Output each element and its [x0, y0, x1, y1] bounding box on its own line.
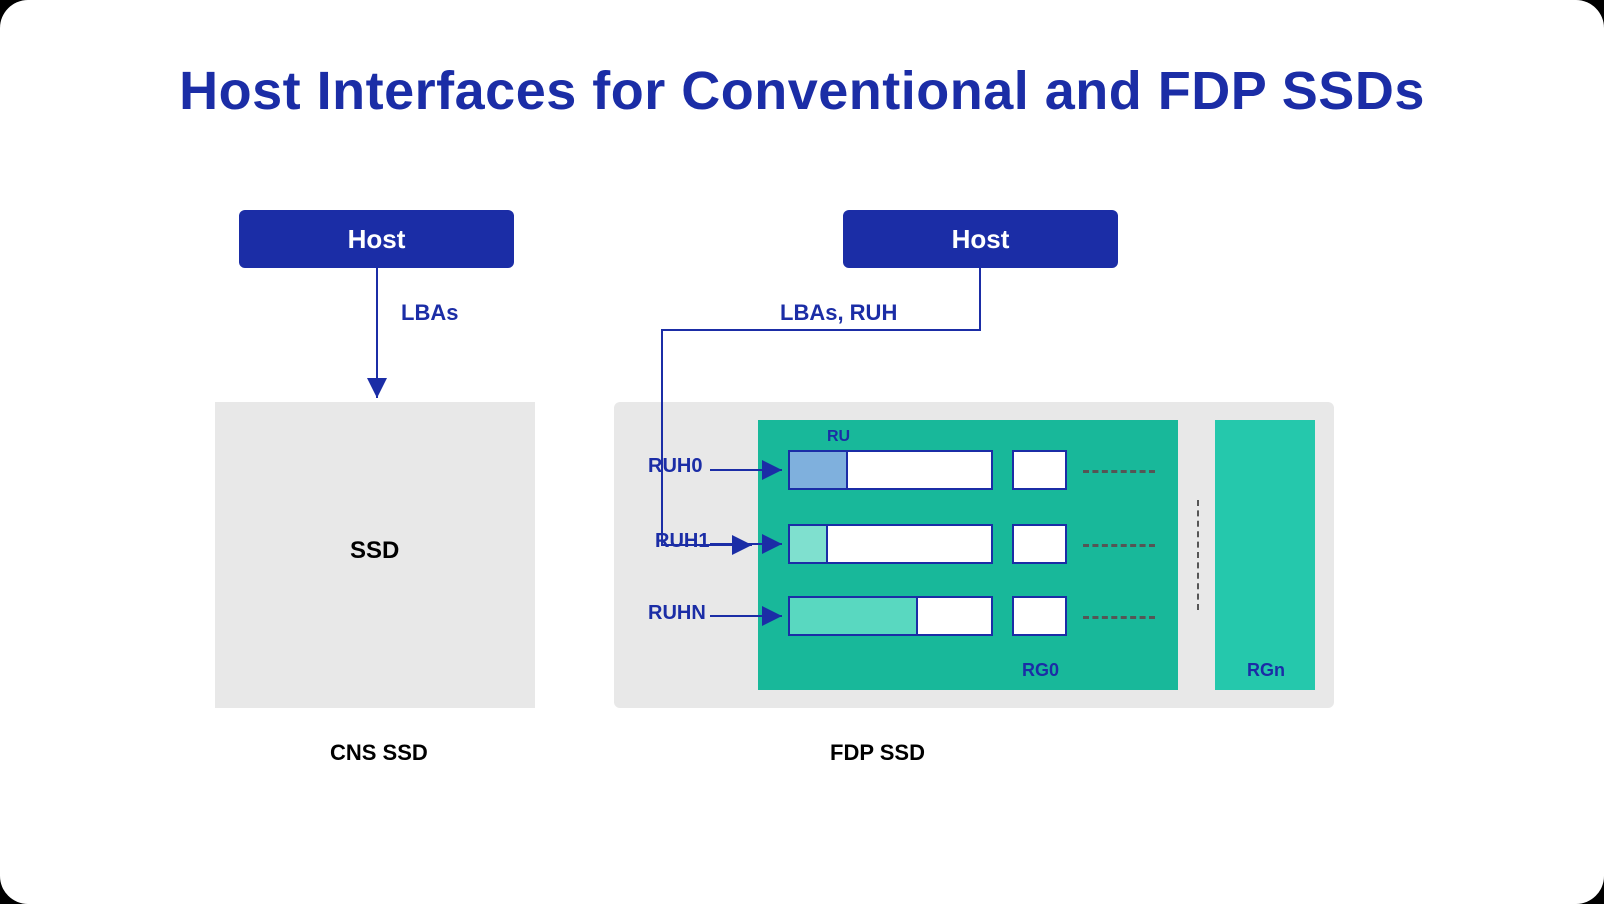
cns-caption: CNS SSD — [330, 740, 428, 766]
ruh0-small — [1012, 450, 1067, 490]
ruh0-dashes — [1083, 470, 1155, 473]
host-box-right: Host — [843, 210, 1118, 268]
ruh0-fill — [788, 450, 848, 490]
diagram-card: Host Interfaces for Conventional and FDP… — [0, 0, 1604, 904]
host-box-left: Host — [239, 210, 514, 268]
rgn-region — [1215, 420, 1315, 690]
edge-label-lbas-ruh: LBAs, RUH — [780, 300, 897, 326]
ru-legend: RU — [827, 428, 850, 446]
ruh1-dashes — [1083, 544, 1155, 547]
ruhn-dashes — [1083, 616, 1155, 619]
rgn-label: RGn — [1247, 660, 1285, 681]
ruh1-fill — [788, 524, 828, 564]
host-label-left: Host — [348, 224, 406, 255]
ruh1-label: RUH1 — [655, 530, 709, 553]
diagram-title: Host Interfaces for Conventional and FDP… — [0, 60, 1604, 122]
host-label-right: Host — [952, 224, 1010, 255]
region-gap-dash — [1197, 500, 1199, 610]
ruh1-small — [1012, 524, 1067, 564]
fdp-caption: FDP SSD — [830, 740, 925, 766]
ruhn-small — [1012, 596, 1067, 636]
cns-ssd-label: SSD — [350, 537, 399, 565]
ruh0-label: RUH0 — [648, 455, 702, 478]
edge-label-lbas: LBAs — [401, 300, 458, 326]
ruhn-fill — [788, 596, 918, 636]
rg0-label: RG0 — [1022, 660, 1059, 681]
ruhn-label: RUHN — [648, 602, 706, 625]
